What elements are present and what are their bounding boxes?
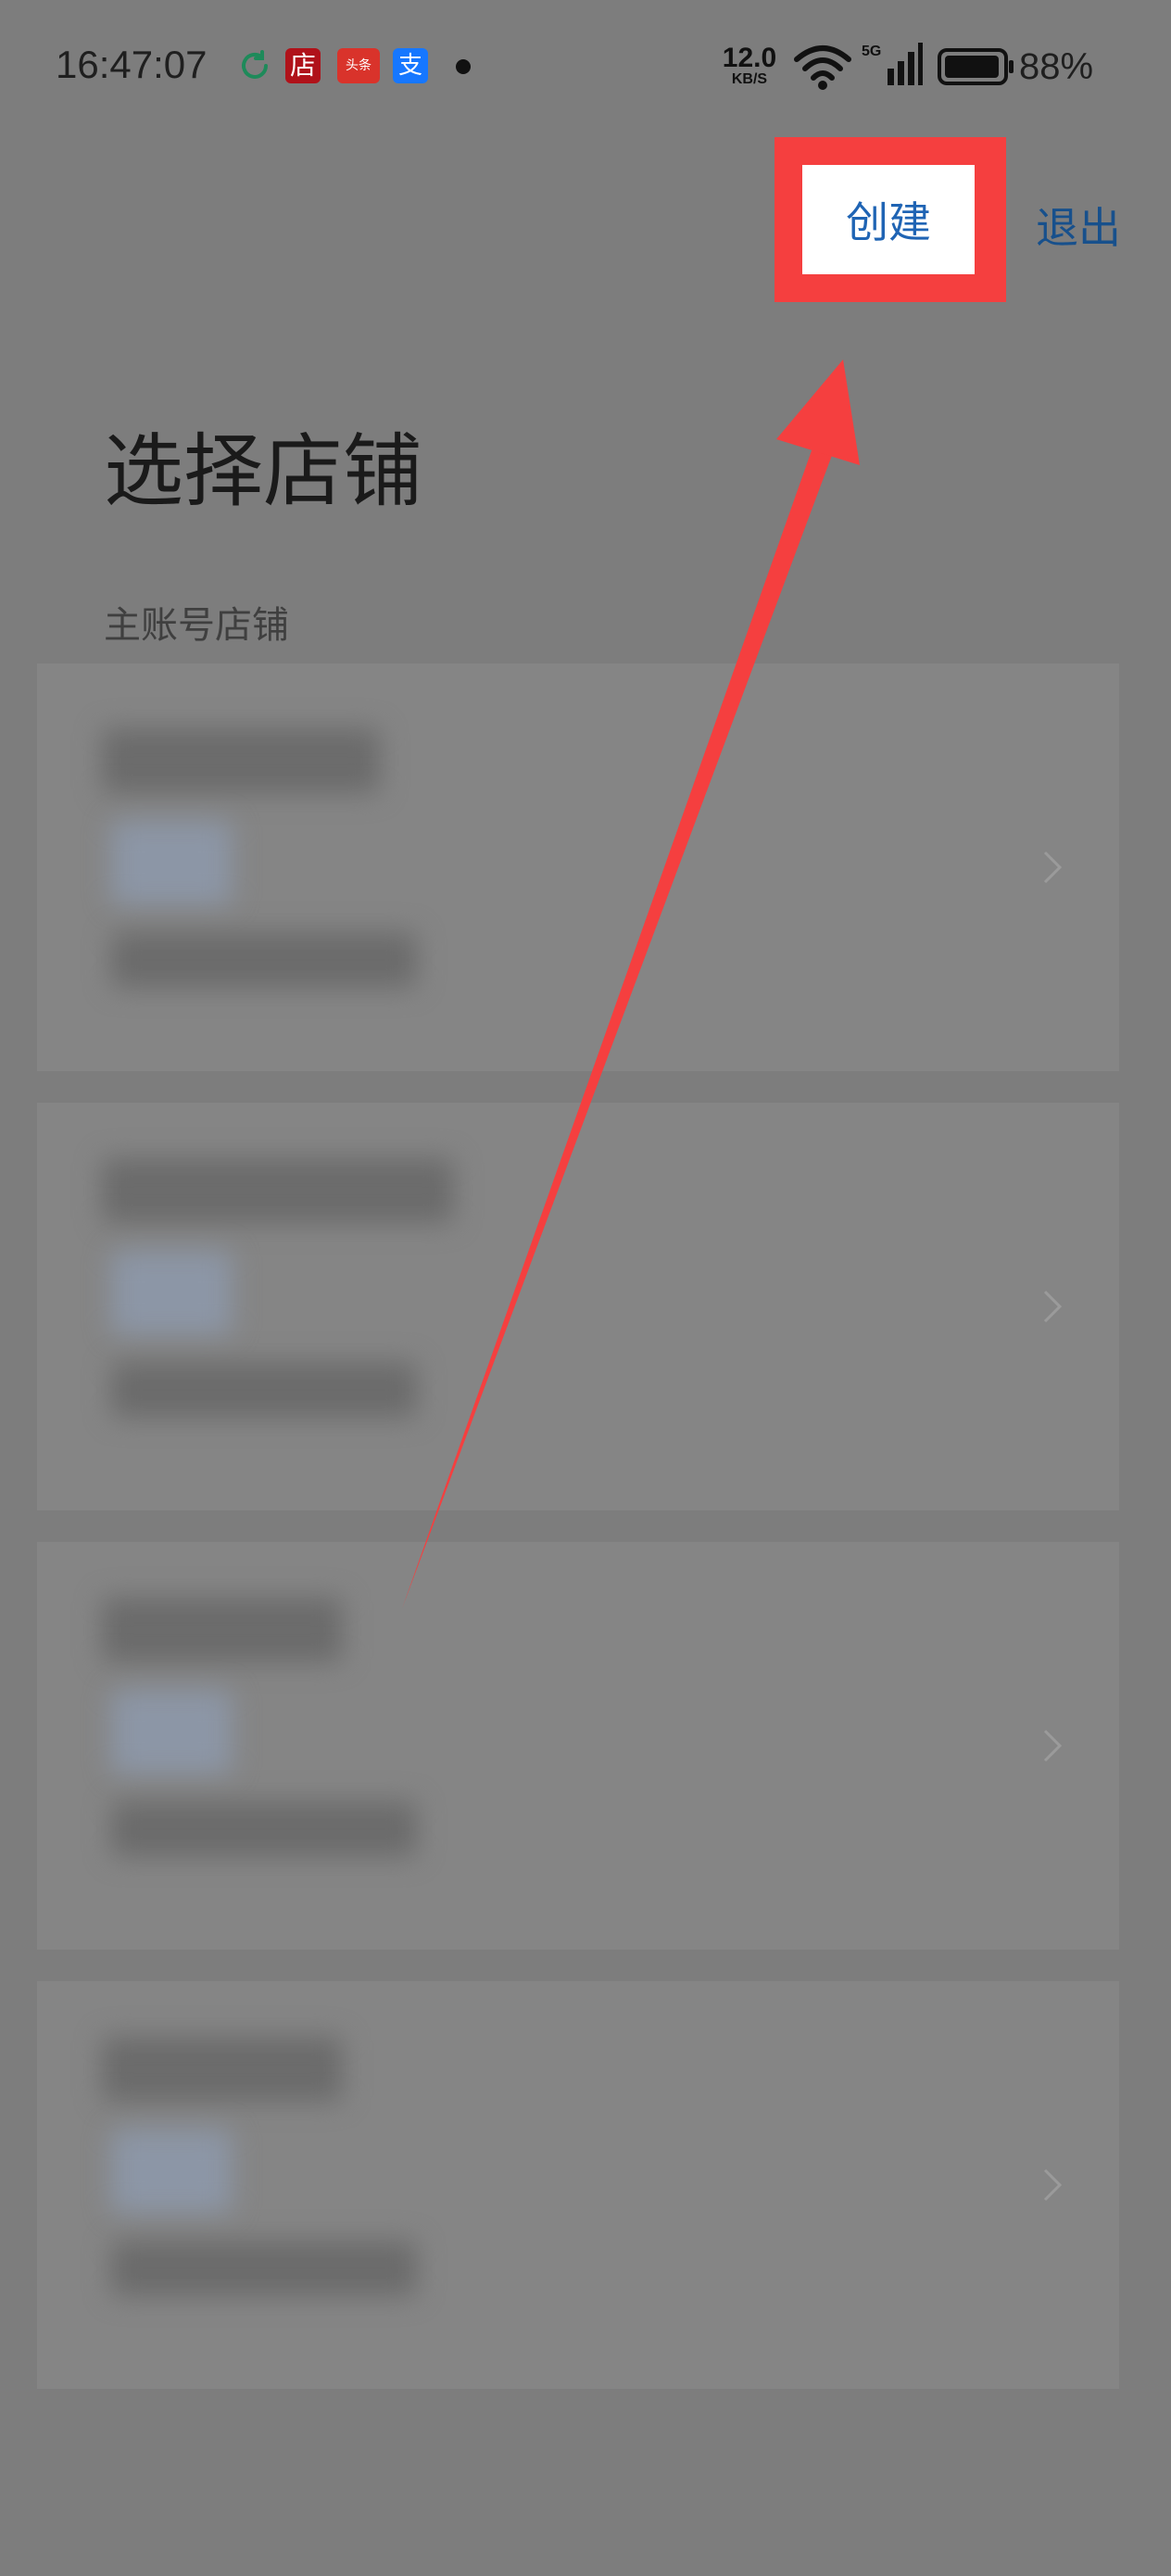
annotation-arrow xyxy=(402,360,860,1609)
